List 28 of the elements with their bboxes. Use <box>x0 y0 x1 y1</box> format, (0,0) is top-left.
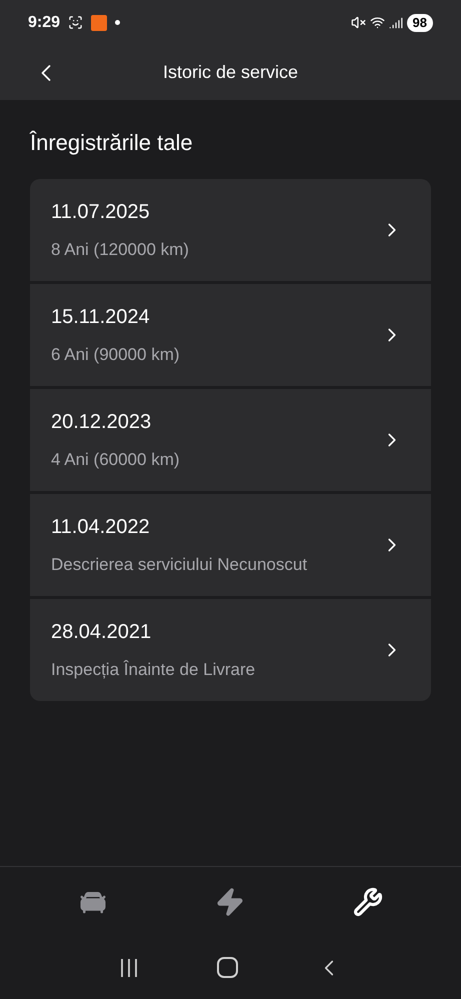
record-date: 11.07.2025 <box>51 200 151 226</box>
record-description: 6 Ani (90000 km) <box>51 344 180 366</box>
section-title: Înregistrările tale <box>30 129 194 157</box>
record-date: 11.04.2022 <box>51 515 151 540</box>
signal-icon <box>388 16 403 30</box>
home-icon[interactable] <box>217 957 238 978</box>
record-date: 15.11.2024 <box>51 305 151 330</box>
recents-icon[interactable] <box>119 958 139 976</box>
mute-icon <box>350 15 366 30</box>
record-date: 28.04.2021 <box>51 620 152 646</box>
service-record[interactable]: 15.11.2024 6 Ani (90000 km) <box>30 284 431 386</box>
service-record[interactable]: 11.07.2025 8 Ani (120000 km) <box>30 179 431 281</box>
wifi-icon <box>370 15 385 30</box>
record-description: 8 Ani (120000 km) <box>51 239 189 262</box>
record-description: Descrierea serviciului Necunoscut <box>51 554 308 576</box>
status-time: 9:29 <box>28 12 60 32</box>
app-notification-icon <box>91 14 108 30</box>
lightning-icon <box>215 886 246 916</box>
service-record[interactable]: 11.04.2022 Descrierea serviciului Necunoscut <box>30 494 431 596</box>
record-description: 4 Ani (60000 km) <box>51 449 180 472</box>
record-date: 20.12.2023 <box>51 410 152 436</box>
page-title: Istoric de service <box>162 61 298 84</box>
record-description: Inspecția Înainte de Livrare <box>51 659 256 682</box>
screenshot-icon <box>68 15 84 30</box>
wrench-icon <box>353 886 384 916</box>
service-record[interactable]: 28.04.2021 Inspecția Înainte de Livrare <box>30 599 431 701</box>
service-record[interactable]: 20.12.2023 4 Ani (60000 km) <box>30 389 431 491</box>
battery-level: 98 <box>406 14 433 32</box>
